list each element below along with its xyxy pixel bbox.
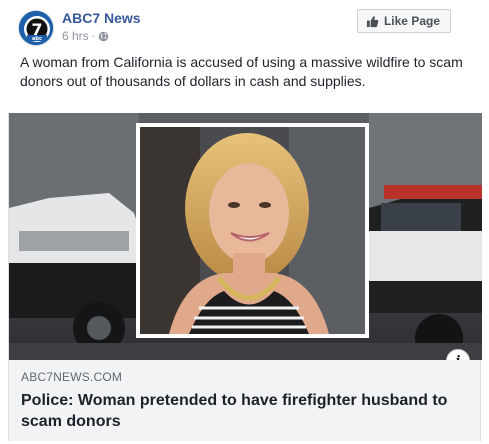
link-domain: ABC7NEWS.COM <box>21 370 123 384</box>
post-timestamp[interactable]: 6 hrs <box>62 29 89 43</box>
thumbs-up-icon <box>366 15 379 27</box>
like-page-label: Like Page <box>383 14 440 28</box>
post-meta: 6 hrs · <box>62 29 109 43</box>
abc7-logo-icon[interactable]: 7 abc <box>18 10 54 46</box>
globe-icon <box>98 31 109 41</box>
link-preview-card[interactable]: i ABC7NEWS.COM Police: Woman pretended t… <box>8 113 482 441</box>
meta-separator: · <box>91 30 96 42</box>
post-header: 7 abc ABC7 News 6 hrs · Like Page <box>8 0 481 50</box>
page-name-link[interactable]: ABC7 News <box>62 10 141 26</box>
link-headline[interactable]: Police: Woman pretended to have firefigh… <box>21 390 451 432</box>
like-page-button[interactable]: Like Page <box>356 9 451 33</box>
news-photo[interactable] <box>9 113 482 360</box>
avatar-logo-subtext: abc <box>32 36 42 42</box>
facebook-post: 7 abc ABC7 News 6 hrs · Like Page A woma… <box>8 0 482 444</box>
post-text: A woman from California is accused of us… <box>20 54 463 89</box>
link-preview-meta[interactable]: ABC7NEWS.COM Police: Woman pretended to … <box>9 360 480 441</box>
